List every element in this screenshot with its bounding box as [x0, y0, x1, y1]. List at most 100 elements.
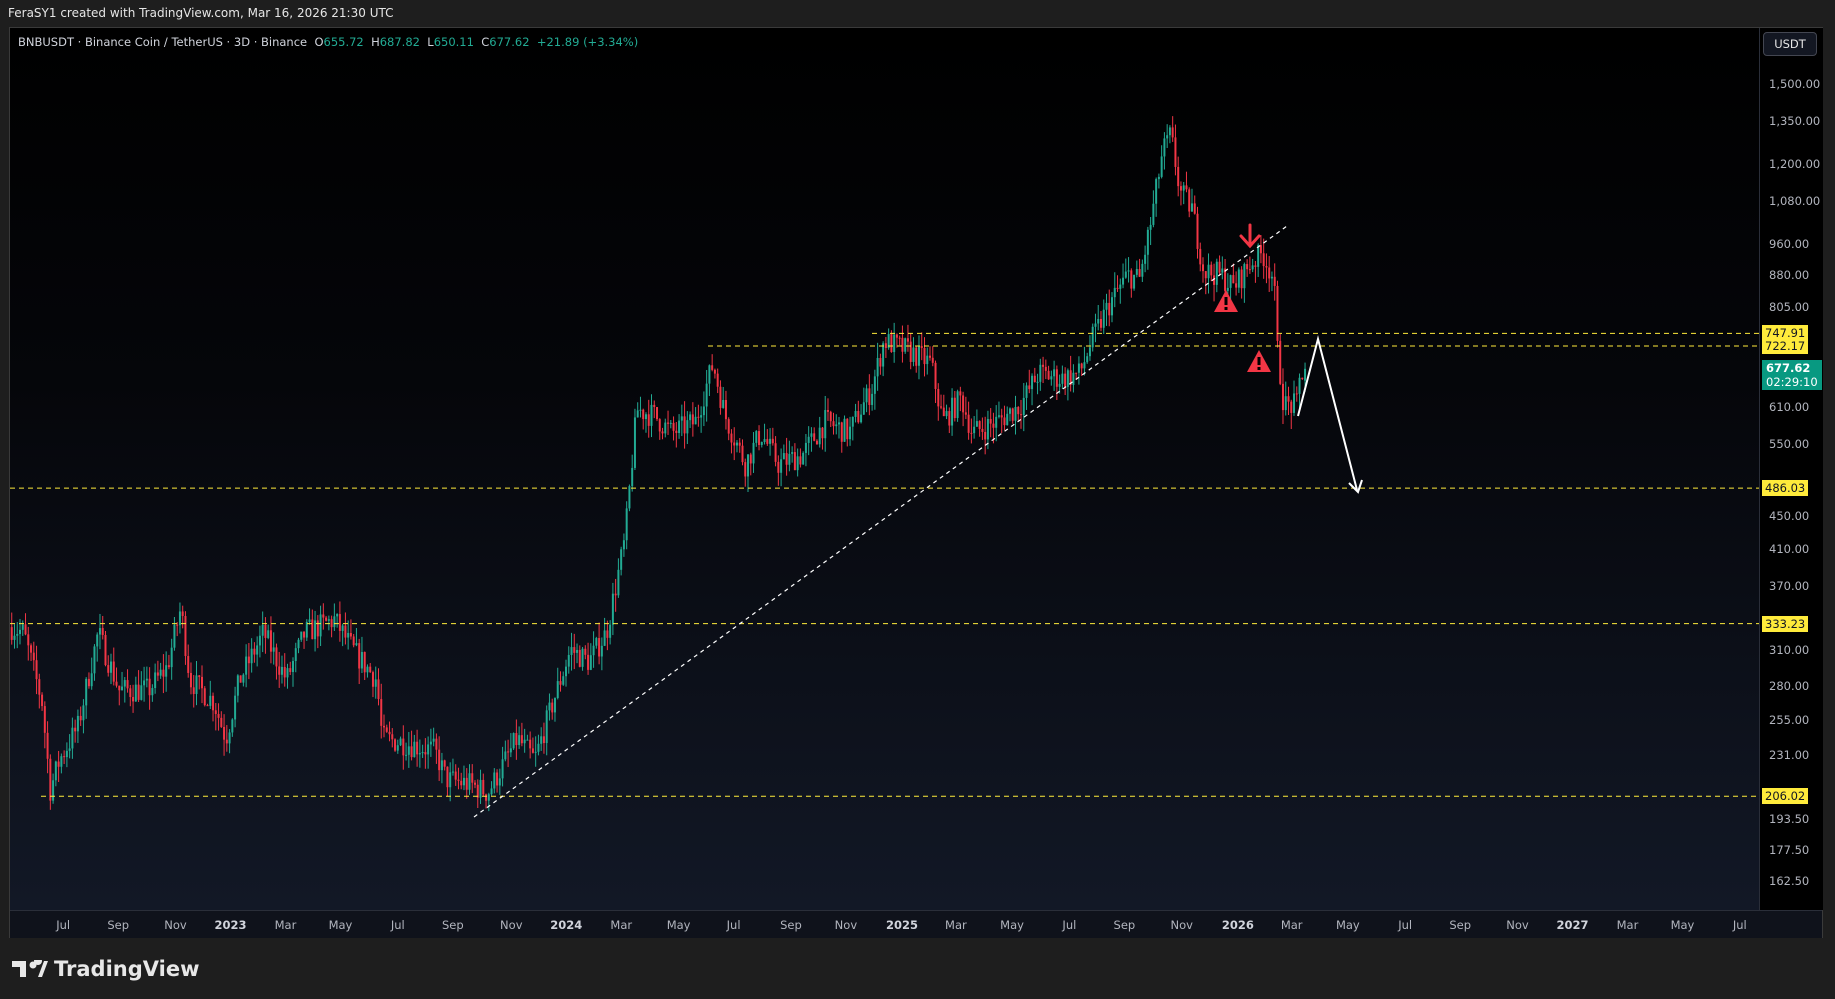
candle-body	[65, 750, 68, 758]
time-tick: Sep	[780, 918, 802, 932]
candle-body	[653, 404, 656, 408]
candle-body	[915, 347, 918, 366]
candle-body	[1284, 396, 1287, 411]
candle-body	[264, 624, 267, 638]
candle-body	[178, 611, 181, 626]
candle-body	[474, 782, 477, 785]
candle-body	[639, 409, 642, 411]
candle-body	[1204, 271, 1207, 279]
candle-body	[275, 647, 278, 667]
candle-body	[895, 334, 898, 338]
candle-body	[678, 420, 681, 434]
candle-body	[722, 399, 725, 408]
candle-body	[479, 779, 482, 798]
candle-body	[876, 357, 879, 377]
candle-body	[744, 462, 747, 477]
candle-body	[245, 656, 248, 675]
time-tick: May	[1335, 918, 1360, 932]
candle-body	[206, 705, 209, 707]
candle-body	[1135, 269, 1138, 275]
candle-body	[118, 685, 121, 691]
candle-body	[1262, 253, 1265, 267]
tradingview-logo[interactable]: TradingView	[12, 957, 199, 981]
candle-body	[1033, 375, 1036, 383]
candle-body	[747, 454, 750, 477]
candle-body	[115, 681, 118, 686]
candle-body	[1185, 185, 1188, 190]
candle-body	[862, 402, 865, 415]
time-tick: 2027	[1556, 918, 1589, 932]
candle-body	[341, 625, 344, 631]
candle-body	[165, 665, 168, 677]
candle-body	[824, 410, 827, 439]
candle-body	[410, 746, 413, 758]
candle-body	[223, 726, 226, 740]
candle-body	[493, 772, 496, 789]
candle-body	[1044, 366, 1047, 371]
candle-body	[984, 431, 987, 440]
candle-body	[1000, 415, 1003, 418]
high-label: H	[371, 35, 380, 49]
candle-body	[71, 727, 74, 749]
candle-body	[1171, 127, 1174, 138]
candle-body	[804, 442, 807, 453]
candle-body	[438, 749, 441, 771]
candle-body	[297, 639, 300, 649]
candle-body	[1190, 203, 1193, 212]
candle-body	[633, 417, 636, 468]
candle-body	[1017, 406, 1020, 415]
candle-body	[1202, 264, 1205, 272]
candle-body	[148, 678, 151, 696]
candle-body	[873, 376, 876, 394]
time-tick: Jul	[56, 918, 71, 932]
candle-body	[112, 661, 115, 682]
candle-body	[829, 411, 832, 422]
candle-body	[948, 411, 951, 426]
candle-body	[454, 771, 457, 780]
symbol-title[interactable]: BNBUSDT · Binance Coin / TetherUS · 3D ·…	[18, 35, 307, 49]
time-tick: Mar	[1616, 918, 1639, 932]
candle-body	[631, 467, 634, 487]
candle-body	[217, 713, 220, 718]
candle-body	[796, 456, 799, 471]
candle-body	[661, 431, 664, 434]
candle-body	[559, 681, 562, 685]
candle-body	[110, 661, 113, 673]
candle-body	[1265, 266, 1268, 268]
candle-body	[145, 678, 148, 681]
price-tick: 450.00	[1769, 508, 1810, 523]
candle-body	[964, 412, 967, 415]
currency-unit-button[interactable]: USDT	[1763, 32, 1817, 56]
level-price-label: 722.17	[1762, 337, 1809, 354]
current-price-value: 677.62	[1766, 360, 1811, 375]
time-tick: May	[328, 918, 353, 932]
candle-body	[236, 675, 239, 696]
candle-body	[330, 619, 333, 628]
candle-body	[413, 741, 416, 758]
candle-body	[589, 655, 592, 670]
candle-body	[1144, 254, 1147, 264]
candle-body	[214, 710, 217, 714]
candle-body	[1237, 269, 1240, 288]
candle-body	[132, 697, 135, 702]
candle-body	[1254, 265, 1257, 267]
candle-body	[38, 679, 41, 695]
candle-body	[540, 736, 543, 744]
candle-body	[385, 727, 388, 732]
candle-body	[27, 634, 30, 646]
candle-body	[269, 630, 272, 652]
candle-body	[697, 416, 700, 418]
candle-body	[1251, 265, 1254, 270]
price-tick: 162.50	[1769, 874, 1810, 889]
candle-body	[785, 453, 788, 465]
candle-body	[402, 738, 405, 756]
candle-body	[760, 442, 763, 445]
candle-body	[724, 399, 727, 420]
candle-body	[1179, 186, 1182, 191]
candle-body	[90, 673, 93, 687]
candle-body	[129, 688, 132, 698]
candle-body	[774, 443, 777, 462]
time-tick: Mar	[1280, 918, 1303, 932]
candle-body	[807, 436, 810, 443]
candle-body	[592, 645, 595, 656]
